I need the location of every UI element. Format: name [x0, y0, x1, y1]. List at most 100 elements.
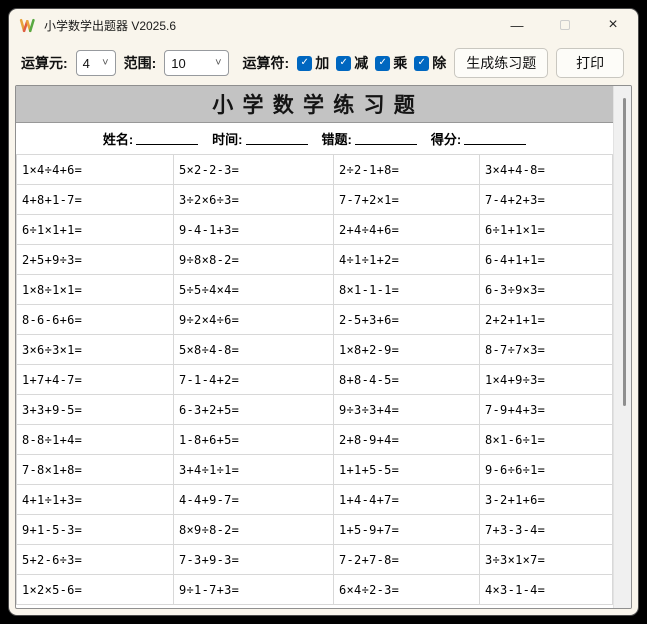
blank-line [246, 132, 308, 145]
maximize-icon[interactable] [558, 19, 572, 32]
problem-cell: 6×4÷2-3= [334, 575, 480, 605]
problem-cell: 7-7+2×1= [334, 185, 480, 215]
problem-cell: 9+1-5-3= [17, 515, 174, 545]
scrollbar[interactable] [613, 86, 631, 608]
worksheet-panel: 小 学 数 学 练 习 题 姓名: 时间: 错题: 得分: [15, 85, 632, 609]
problem-cell: 1×2×5-6= [17, 575, 174, 605]
worksheet: 小 学 数 学 练 习 题 姓名: 时间: 错题: 得分: [16, 86, 613, 608]
checkbox-checked-icon: ✓ [375, 56, 390, 71]
table-row: 7-8×1+8=3+4÷1÷1=1+1+5-5=9-6÷6÷1= [17, 455, 613, 485]
operator-checkbox-divide[interactable]: ✓ 除 [414, 53, 446, 73]
problem-cell: 9-6÷6÷1= [480, 455, 613, 485]
problem-cell: 5×2-2-3= [174, 155, 334, 185]
problem-cell: 6-3+2+5= [174, 395, 334, 425]
problem-cell: 6÷1×1+1= [17, 215, 174, 245]
minimize-icon[interactable]: — [510, 19, 524, 32]
problem-cell: 9÷1-7+3= [174, 575, 334, 605]
problem-cell: 4×3-1-4= [480, 575, 613, 605]
table-row: 5+2-6÷3=7-3+9-3=7-2+7-8=3÷3×1×7= [17, 545, 613, 575]
table-row: 2+5+9÷3=9÷8×8-2=4÷1÷1+2=6-4+1+1= [17, 245, 613, 275]
problem-cell: 9÷8×8-2= [174, 245, 334, 275]
operator-checkbox-multiply[interactable]: ✓ 乘 [375, 53, 407, 73]
operator-checkbox-subtract[interactable]: ✓ 减 [336, 53, 368, 73]
problem-cell: 6÷1+1×1= [480, 215, 613, 245]
problem-cell: 6-3÷9×3= [480, 275, 613, 305]
problem-cell: 4+1÷1+3= [17, 485, 174, 515]
problem-cell: 1+4-4+7= [334, 485, 480, 515]
problem-cell: 7-3+9-3= [174, 545, 334, 575]
checkbox-checked-icon: ✓ [297, 56, 312, 71]
table-row: 1×2×5-6=9÷1-7+3=6×4÷2-3=4×3-1-4= [17, 575, 613, 605]
app-window: 小学数学出题器 V2025.6 — × 运算元: 4 ˅ 范围: 10 ˅ 运算… [8, 8, 639, 616]
problem-cell: 9÷3÷3+4= [334, 395, 480, 425]
problem-cell: 5+2-6÷3= [17, 545, 174, 575]
operator-checkbox-add[interactable]: ✓ 加 [297, 53, 329, 73]
app-logo-icon [19, 17, 36, 34]
problem-cell: 7-4+2+3= [480, 185, 613, 215]
problem-cell: 7+3-3-4= [480, 515, 613, 545]
info-field-wrong: 错题: [322, 129, 417, 148]
problem-cell: 3÷2×6÷3= [174, 185, 334, 215]
problem-cell: 7-9+4+3= [480, 395, 613, 425]
problem-cell: 8×1-6÷1= [480, 425, 613, 455]
problem-cell: 3-2+1+6= [480, 485, 613, 515]
table-row: 8-6-6+6=9÷2×4÷6=2-5+3+6=2+2+1+1= [17, 305, 613, 335]
title-bar: 小学数学出题器 V2025.6 — × [9, 9, 638, 41]
chevron-down-icon: ˅ [102, 58, 108, 69]
table-row: 1×4÷4+6=5×2-2-3=2÷2-1+8=3×4+4-8= [17, 155, 613, 185]
operand-value: 4 [83, 56, 90, 71]
blank-line [355, 132, 417, 145]
operator-label-subtract: 减 [354, 53, 368, 73]
table-row: 8-8÷1+4=1-8+6+5=2+8-9+4=8×1-6÷1= [17, 425, 613, 455]
problem-cell: 1+1+5-5= [334, 455, 480, 485]
info-field-score: 得分: [431, 129, 526, 148]
checkbox-checked-icon: ✓ [414, 56, 429, 71]
problem-cell: 8+8-4-5= [334, 365, 480, 395]
table-row: 6÷1×1+1=9-4-1+3=2+4÷4+6=6÷1+1×1= [17, 215, 613, 245]
problem-cell: 1×8+2-9= [334, 335, 480, 365]
problem-cell: 9-4-1+3= [174, 215, 334, 245]
problem-cell: 7-8×1+8= [17, 455, 174, 485]
problems-table-body: 1×4÷4+6=5×2-2-3=2÷2-1+8=3×4+4-8=4+8+1-7=… [17, 155, 613, 605]
problem-cell: 9÷2×4÷6= [174, 305, 334, 335]
problem-cell: 2+5+9÷3= [17, 245, 174, 275]
table-row: 9+1-5-3=8×9÷8-2=1+5-9+7=7+3-3-4= [17, 515, 613, 545]
info-field-name: 姓名: [103, 129, 198, 148]
generate-button[interactable]: 生成练习题 [454, 48, 548, 78]
problem-cell: 6-4+1+1= [480, 245, 613, 275]
problem-cell: 1+7+4-7= [17, 365, 174, 395]
problem-cell: 1+5-9+7= [334, 515, 480, 545]
window-controls: — × [510, 17, 620, 33]
toolbar: 运算元: 4 ˅ 范围: 10 ˅ 运算符: ✓ 加 ✓ 减 ✓ 乘 ✓ [9, 41, 638, 85]
problem-cell: 2-5+3+6= [334, 305, 480, 335]
blank-line [136, 132, 198, 145]
problem-cell: 7-1-4+2= [174, 365, 334, 395]
close-icon[interactable]: × [606, 17, 620, 33]
problem-cell: 8-8÷1+4= [17, 425, 174, 455]
problem-cell: 8×9÷8-2= [174, 515, 334, 545]
problem-cell: 3÷3×1×7= [480, 545, 613, 575]
problem-cell: 3×6÷3×1= [17, 335, 174, 365]
problem-cell: 2+8-9+4= [334, 425, 480, 455]
chevron-down-icon: ˅ [215, 58, 221, 69]
table-row: 1+7+4-7=7-1-4+2=8+8-4-5=1×4+9÷3= [17, 365, 613, 395]
print-button[interactable]: 打印 [556, 48, 624, 78]
scrollbar-thumb[interactable] [623, 98, 626, 406]
problem-cell: 8-7÷7×3= [480, 335, 613, 365]
problem-cell: 1×8÷1×1= [17, 275, 174, 305]
window-title: 小学数学出题器 V2025.6 [44, 17, 176, 34]
problem-cell: 5÷5÷4×4= [174, 275, 334, 305]
problem-cell: 4÷1÷1+2= [334, 245, 480, 275]
problem-cell: 4+8+1-7= [17, 185, 174, 215]
operand-label: 运算元: [21, 53, 68, 73]
problem-cell: 1×4+9÷3= [480, 365, 613, 395]
worksheet-info-row: 姓名: 时间: 错题: 得分: [16, 123, 613, 154]
table-row: 1×8÷1×1=5÷5÷4×4=8×1-1-1=6-3÷9×3= [17, 275, 613, 305]
info-field-time: 时间: [212, 129, 307, 148]
table-row: 4+1÷1+3=4-4+9-7=1+4-4+7=3-2+1+6= [17, 485, 613, 515]
operand-select[interactable]: 4 ˅ [76, 50, 116, 76]
operator-label-add: 加 [315, 53, 329, 73]
range-select[interactable]: 10 ˅ [164, 50, 228, 76]
checkbox-checked-icon: ✓ [336, 56, 351, 71]
problem-cell: 5×8÷4-8= [174, 335, 334, 365]
